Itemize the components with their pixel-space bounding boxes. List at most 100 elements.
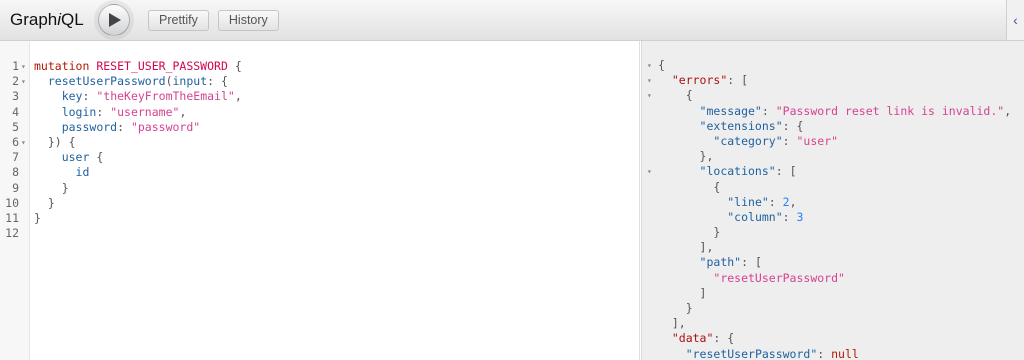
fold-arrow-icon[interactable]: ▾	[21, 59, 29, 74]
line-code: {	[658, 88, 693, 103]
code-token: null	[831, 346, 859, 360]
line-code: "path": [	[658, 255, 762, 270]
code-token: {	[658, 179, 721, 194]
line-number: 7	[12, 150, 19, 165]
code-token: }	[658, 301, 693, 315]
code-token: login	[61, 104, 97, 119]
app-title: GraphiQL	[10, 10, 90, 30]
code-token: resetUserPassword	[47, 74, 166, 89]
fold-arrow-icon[interactable]: ▾	[21, 135, 29, 150]
code-token: }	[658, 225, 721, 240]
line-code: "data": {	[658, 331, 734, 346]
play-icon	[109, 13, 121, 27]
code-token: ,	[1004, 103, 1012, 118]
line-code: "line": 2,	[658, 194, 797, 210]
line-number: 4	[12, 104, 19, 119]
line-code: }	[658, 225, 720, 240]
code-token: {	[658, 58, 665, 72]
code-token: "username"	[110, 104, 180, 119]
line-code: }) {	[34, 135, 76, 150]
execute-query-button[interactable]	[98, 4, 130, 36]
line-number: 3	[12, 89, 19, 104]
code-token: :	[761, 103, 776, 118]
line-code: }	[34, 196, 55, 211]
line-number: 11	[5, 210, 19, 225]
prettify-button[interactable]: Prettify	[148, 9, 209, 31]
code-token: },	[658, 149, 714, 164]
code-token: }	[34, 210, 41, 225]
code-token: "extensions"	[699, 118, 783, 133]
code-token: (	[165, 74, 173, 89]
line-code: mutation RESET_USER_PASSWORD {	[34, 59, 242, 74]
query-editor[interactable]: 1 ▾ mutation RESET_USER_PASSWORD {2 ▾ reset…	[0, 41, 640, 360]
code-token: }) {	[34, 134, 76, 149]
fold-arrow-icon[interactable]: ▾	[647, 73, 655, 88]
line-code: "extensions": {	[658, 118, 804, 134]
fold-arrow-icon[interactable]: ▾	[21, 74, 29, 89]
code-token: : [	[727, 73, 749, 88]
app-title-prefix: Graph	[10, 10, 58, 29]
line-number: 2	[12, 74, 19, 89]
line-number: 5	[12, 119, 19, 134]
code-token: ,	[789, 194, 797, 209]
line-code: "resetUserPassword"	[658, 271, 845, 286]
toolbar: GraphiQL Prettify History ‹	[0, 0, 1024, 41]
fold-arrow-icon[interactable]: ▾	[647, 58, 655, 73]
code-token: "user"	[796, 133, 839, 148]
line-code: "locations": [	[658, 164, 797, 179]
app-title-suffix: QL	[61, 10, 84, 29]
line-code: "category": "user"	[658, 134, 838, 149]
line-code: {	[658, 180, 720, 195]
fold-arrow-icon[interactable]: ▾	[647, 88, 655, 103]
code-token: "locations"	[699, 164, 776, 179]
code-token: :	[782, 209, 797, 224]
line-code: ],	[658, 316, 686, 331]
line-code: {	[658, 58, 665, 73]
history-button[interactable]: History	[217, 9, 279, 31]
code-token: :	[96, 104, 111, 119]
code-token: input	[172, 74, 208, 89]
code-token: : [	[775, 164, 797, 179]
line-number: 9	[12, 180, 19, 195]
line-code: "errors": [	[658, 73, 748, 88]
code-token: "resetUserPassword"	[685, 346, 818, 360]
code-token: ],	[658, 240, 714, 255]
code-token: {	[227, 59, 242, 73]
line-code: id	[34, 165, 90, 180]
result-viewer[interactable]: ▾{▾ "errors": [▾ { "message": "Password …	[641, 41, 1024, 360]
line-code: ],	[658, 240, 714, 255]
code-token: ,	[179, 104, 187, 119]
code-token: ],	[658, 316, 686, 331]
code-token: : {	[207, 74, 228, 89]
code-token: :	[82, 89, 97, 104]
code-token: "message"	[699, 103, 762, 118]
line-code: },	[658, 149, 714, 164]
code-token: id	[75, 165, 90, 180]
code-token: "errors"	[671, 73, 728, 88]
line-number: 8	[12, 165, 19, 180]
code-token: }	[34, 180, 69, 195]
line-code: password: "password"	[34, 119, 201, 135]
fold-arrow-icon[interactable]: ▾	[647, 164, 655, 179]
line-number: 10	[5, 195, 19, 210]
code-token: mutation	[34, 59, 90, 73]
code-token: user	[61, 150, 90, 165]
code-token: 3	[796, 209, 804, 224]
docs-toggle-button[interactable]: ‹	[1006, 0, 1024, 40]
code-token: ]	[658, 285, 707, 300]
line-code: "column": 3	[658, 210, 803, 225]
code-token: : {	[713, 331, 735, 346]
code-token: :	[117, 119, 131, 134]
code-token: password	[61, 119, 118, 134]
